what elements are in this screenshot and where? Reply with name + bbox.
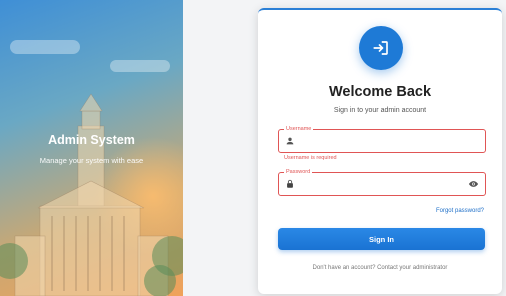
cloud-decoration xyxy=(110,60,170,72)
footer-text: Don't have an account? Contact your admi… xyxy=(312,265,448,271)
login-logo xyxy=(359,26,403,70)
login-arrow-icon xyxy=(373,41,388,55)
username-field: Username xyxy=(278,125,486,153)
user-icon xyxy=(286,137,294,145)
password-input[interactable] xyxy=(299,176,463,193)
lock-icon xyxy=(287,179,293,188)
sign-in-button[interactable]: Sign In xyxy=(278,228,485,250)
cloud-decoration xyxy=(10,40,80,54)
page-title: Welcome Back xyxy=(328,84,432,100)
username-input[interactable] xyxy=(299,133,463,150)
forgot-password-link[interactable]: Forgot password? xyxy=(436,208,484,214)
username-label: Username xyxy=(284,125,314,133)
eye-icon[interactable] xyxy=(468,179,479,189)
hero-panel: Admin System Manage your system with eas… xyxy=(0,0,183,296)
hero-title: Admin System xyxy=(48,133,135,147)
page-subtitle: Sign in to your admin account xyxy=(333,107,427,114)
login-card: Welcome Back Sign in to your admin accou… xyxy=(258,8,502,294)
password-field: Password xyxy=(278,168,486,196)
username-error: Username is required xyxy=(284,155,337,161)
password-label: Password xyxy=(284,168,313,176)
building-illustration xyxy=(0,93,183,296)
hero-subtitle: Manage your system with ease xyxy=(39,156,144,165)
